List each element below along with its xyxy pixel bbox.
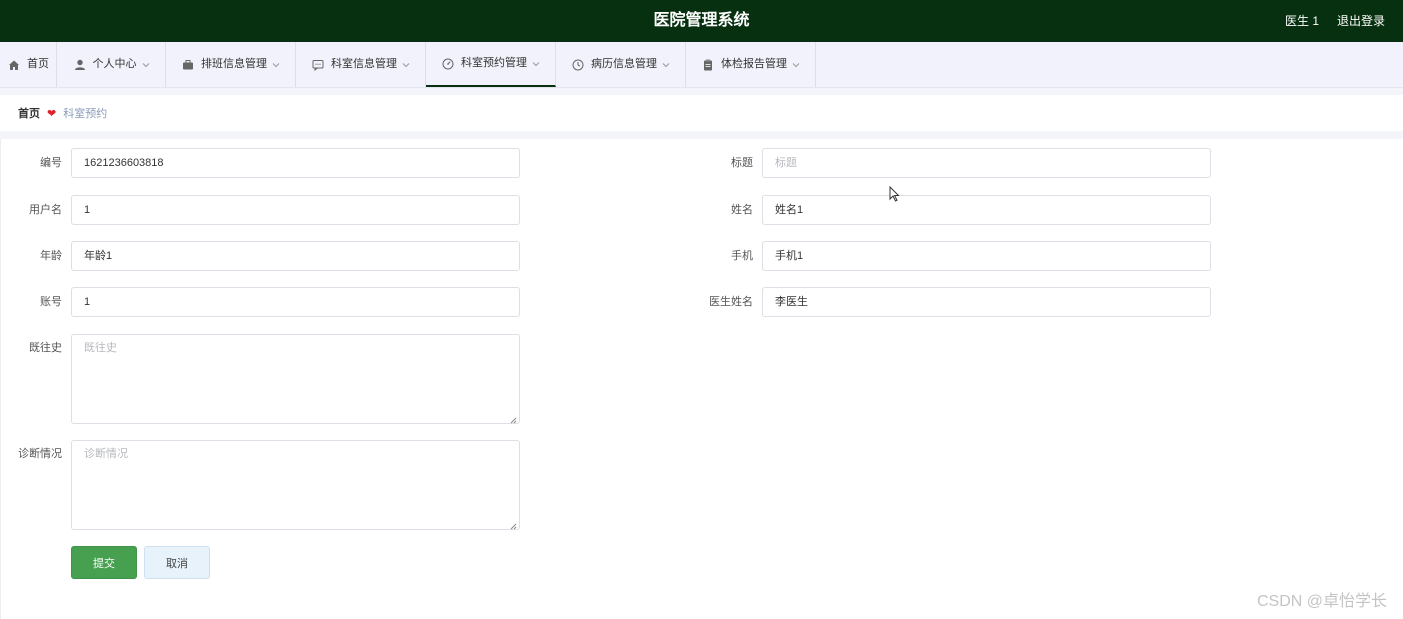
home-icon <box>7 58 21 72</box>
cancel-button[interactable]: 取消 <box>144 546 210 579</box>
nav-home[interactable]: 首页 <box>0 42 57 87</box>
gauge-icon <box>441 57 455 71</box>
nav-home-label: 首页 <box>27 58 49 70</box>
doctor-name-label: 医生姓名 <box>709 296 753 308</box>
chevron-down-icon <box>272 61 280 69</box>
number-field[interactable]: 1621236603818 <box>71 148 520 178</box>
breadcrumb: 首页 ❤ 科室预约 <box>0 95 1403 131</box>
username-label: 用户名 <box>29 204 62 216</box>
resize-handle-icon[interactable] <box>510 414 517 424</box>
nav-checkup-report[interactable]: 体检报告管理 <box>686 42 816 87</box>
chevron-down-icon <box>662 61 670 69</box>
clock-icon <box>571 58 585 72</box>
chat-icon <box>311 58 325 72</box>
nav-department[interactable]: 科室信息管理 <box>296 42 426 87</box>
logout-link[interactable]: 退出登录 <box>1337 0 1385 42</box>
mouse-cursor-icon <box>889 185 900 207</box>
history-label: 既往史 <box>29 342 62 354</box>
breadcrumb-home[interactable]: 首页 <box>18 105 40 121</box>
name-label: 姓名 <box>731 204 753 216</box>
nav-appointment[interactable]: 科室预约管理 <box>426 42 556 87</box>
nav-medical-records[interactable]: 病历信息管理 <box>556 42 686 87</box>
title-field[interactable]: 标题 <box>762 148 1211 178</box>
appointment-form: 编号 1621236603818 标题 标题 用户名 1 姓名 姓名1 年龄 年… <box>0 139 1403 619</box>
breadcrumb-current: 科室预约 <box>63 108 108 120</box>
chevron-down-icon <box>402 61 410 69</box>
nav-appointment-label: 科室预约管理 <box>461 57 527 69</box>
history-textarea[interactable]: 既往史 <box>71 334 520 424</box>
submit-button[interactable]: 提交 <box>71 546 137 579</box>
main-nav: 首页 个人中心 排班信息管理 科室信息管理 科室预约管理 病历信息管理 体检报告… <box>0 42 1403 88</box>
age-label: 年龄 <box>40 250 62 262</box>
diagnosis-label: 诊断情况 <box>18 448 62 460</box>
resize-handle-icon[interactable] <box>510 520 517 530</box>
phone-label: 手机 <box>731 250 753 262</box>
nav-medical-records-label: 病历信息管理 <box>591 58 657 70</box>
briefcase-icon <box>181 58 195 72</box>
app-title: 医院管理系统 <box>653 12 750 29</box>
doctor-name-field[interactable]: 李医生 <box>762 287 1211 317</box>
number-label: 编号 <box>40 157 62 169</box>
nav-checkup-report-label: 体检报告管理 <box>721 58 787 70</box>
diagnosis-textarea[interactable]: 诊断情况 <box>71 440 520 530</box>
user-icon <box>73 58 87 72</box>
nav-personal-center-label: 个人中心 <box>92 58 137 70</box>
title-label: 标题 <box>731 157 753 169</box>
phone-field[interactable]: 手机1 <box>762 241 1211 271</box>
nav-schedule-label: 排班信息管理 <box>201 58 267 70</box>
name-field[interactable]: 姓名1 <box>762 195 1211 225</box>
chevron-down-icon <box>532 60 540 68</box>
username-field[interactable]: 1 <box>71 195 520 225</box>
age-field[interactable]: 年龄1 <box>71 241 520 271</box>
account-label: 账号 <box>40 296 62 308</box>
chevron-down-icon <box>142 61 150 69</box>
watermark: CSDN @卓怡学长 <box>1256 593 1387 610</box>
nav-personal-center[interactable]: 个人中心 <box>57 42 166 87</box>
nav-department-label: 科室信息管理 <box>331 58 397 70</box>
top-bar: 医院管理系统 医生 1 退出登录 <box>0 0 1403 42</box>
current-user: 医生 1 <box>1284 14 1319 28</box>
account-field[interactable]: 1 <box>71 287 520 317</box>
chevron-down-icon <box>792 61 800 69</box>
history-placeholder: 既往史 <box>84 342 117 354</box>
diagnosis-placeholder: 诊断情况 <box>84 448 128 460</box>
clipboard-icon <box>701 58 715 72</box>
heart-icon: ❤ <box>47 107 57 120</box>
nav-schedule[interactable]: 排班信息管理 <box>166 42 296 87</box>
